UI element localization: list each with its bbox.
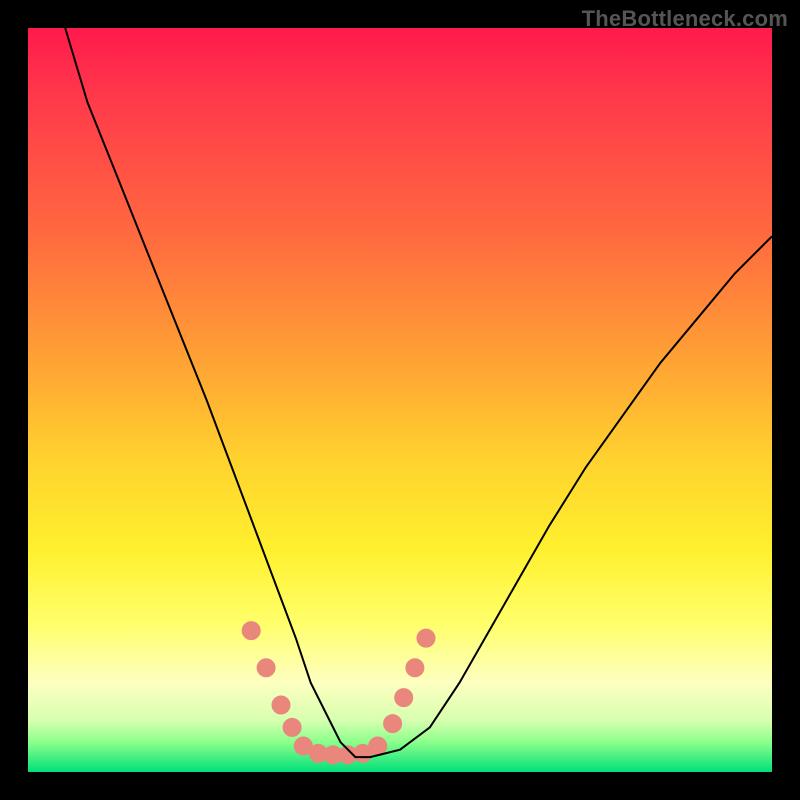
marker-dot xyxy=(369,737,387,755)
marker-dot xyxy=(384,715,402,733)
marker-dot xyxy=(283,718,301,736)
marker-dot xyxy=(242,622,260,640)
marker-dot xyxy=(257,659,275,677)
chart-frame: TheBottleneck.com xyxy=(0,0,800,800)
watermark-text: TheBottleneck.com xyxy=(582,6,788,32)
chart-svg xyxy=(28,28,772,772)
marker-dot xyxy=(272,696,290,714)
marker-group xyxy=(242,622,435,764)
bottleneck-curve xyxy=(65,28,772,757)
marker-dot xyxy=(395,689,413,707)
marker-dot xyxy=(417,629,435,647)
plot-area xyxy=(28,28,772,772)
marker-dot xyxy=(406,659,424,677)
